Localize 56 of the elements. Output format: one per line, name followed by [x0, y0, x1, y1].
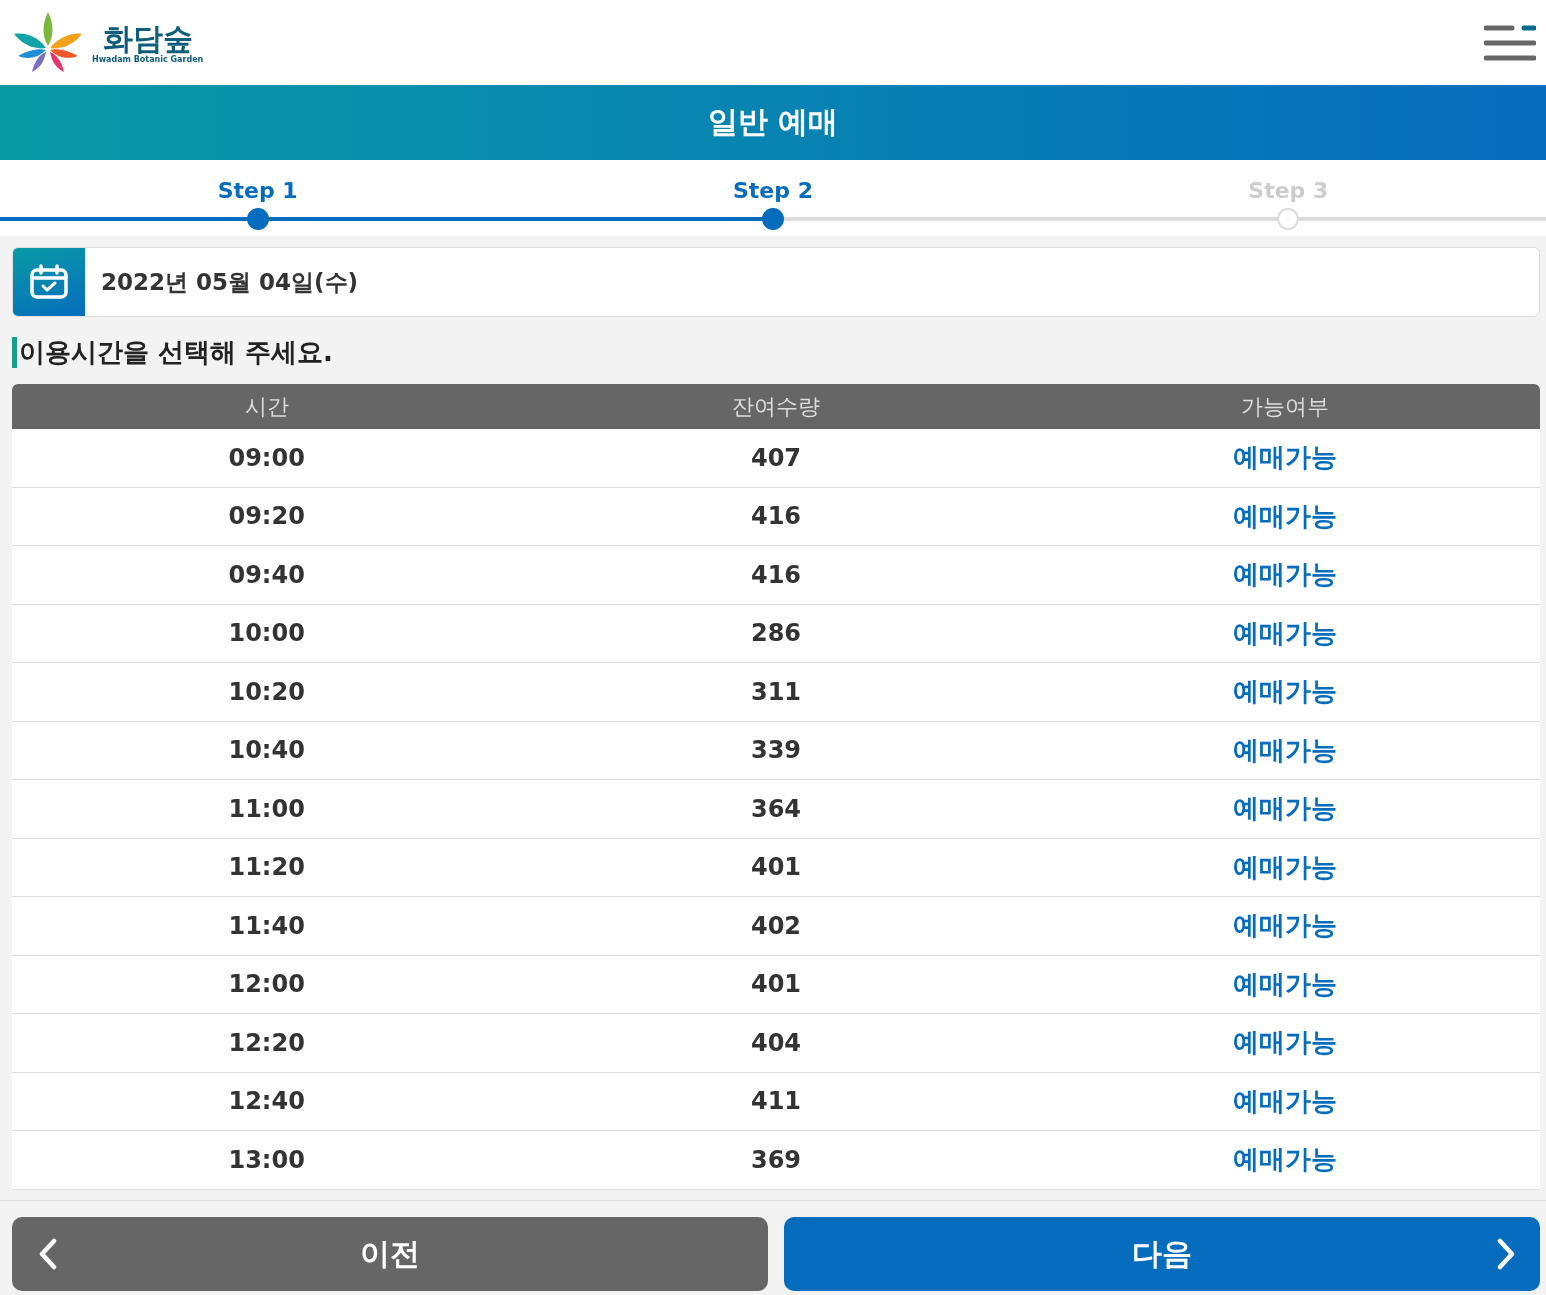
remaining-cell-text: 286 — [749, 619, 803, 648]
status-link[interactable]: 예매가능 — [1030, 1025, 1540, 1061]
time-cell-text: 09:20 — [227, 502, 306, 531]
remaining-cell-text: 416 — [749, 560, 803, 589]
page-title: 일반 예매 — [707, 103, 839, 141]
status-link[interactable]: 예매가능 — [1030, 1142, 1540, 1178]
status-link[interactable]: 예매가능 — [1030, 440, 1540, 476]
remaining-cell-text: 411 — [749, 1087, 803, 1116]
status-link[interactable]: 예매가능 — [1030, 615, 1540, 651]
status-link[interactable]: 예매가능 — [1030, 966, 1540, 1002]
remaining-cell-text: 311 — [749, 677, 803, 706]
logo-subtitle: Hwadam Botanic Garden — [92, 54, 204, 64]
time-cell-text: 12:20 — [227, 1028, 306, 1057]
chevron-right-icon — [1496, 1238, 1516, 1270]
remaining-cell-text: 369 — [749, 1145, 803, 1174]
status-link[interactable]: 예매가능 — [1030, 732, 1540, 768]
time-cell-text: 10:00 — [227, 619, 306, 648]
step-label: Step 1 — [217, 178, 298, 203]
remaining-cell-text: 364 — [749, 794, 803, 823]
remaining-cell-text: 401 — [749, 970, 803, 999]
column-header: 잔여수량 — [731, 392, 821, 421]
instruction-heading: 이용시간을 선택해 주세요. — [12, 337, 1540, 369]
calendar-check-icon — [29, 264, 69, 300]
time-cell-text: 12:40 — [227, 1087, 306, 1116]
remaining-cell-text: 339 — [749, 736, 803, 765]
time-cell-text: 11:40 — [227, 911, 306, 940]
column-header: 가능여부 — [1240, 392, 1331, 421]
remaining-cell-text: 401 — [749, 853, 803, 882]
time-cell-text: 10:20 — [227, 677, 306, 706]
time-cell-text: 12:00 — [227, 970, 306, 999]
time-cell-text: 13:00 — [227, 1145, 306, 1174]
remaining-cell-text: 416 — [749, 502, 803, 531]
status-link[interactable]: 예매가능 — [1030, 908, 1540, 944]
time-cell-text: 09:00 — [227, 443, 306, 472]
time-cell-text: 11:00 — [227, 794, 306, 823]
status-link[interactable]: 예매가능 — [1030, 849, 1540, 885]
time-cell-text: 11:20 — [227, 853, 306, 882]
remaining-cell-text: 404 — [749, 1028, 803, 1057]
status-link[interactable]: 예매가능 — [1030, 498, 1540, 534]
previous-button[interactable]: 이전 — [12, 1217, 768, 1291]
selected-date: 2022년 05월 04일(수) — [101, 267, 359, 297]
step-label: Step 2 — [733, 178, 813, 203]
remaining-cell-text: 407 — [749, 443, 803, 472]
status-link[interactable]: 예매가능 — [1030, 791, 1540, 827]
column-header: 시간 — [243, 392, 290, 421]
date-card[interactable]: 2022년 05월 04일(수) — [12, 247, 1540, 317]
next-button[interactable]: 다음 — [784, 1217, 1540, 1291]
status-link[interactable]: 예매가능 — [1030, 674, 1540, 710]
remaining-cell-text: 402 — [749, 911, 803, 940]
chevron-left-icon — [38, 1238, 58, 1270]
time-cell-text: 09:40 — [227, 560, 306, 589]
time-cell-text: 10:40 — [227, 736, 306, 765]
status-link[interactable]: 예매가능 — [1030, 1083, 1540, 1119]
status-link[interactable]: 예매가능 — [1030, 557, 1540, 593]
logo-title: 화담숲 — [102, 21, 193, 55]
menu-icon[interactable] — [1484, 23, 1536, 62]
